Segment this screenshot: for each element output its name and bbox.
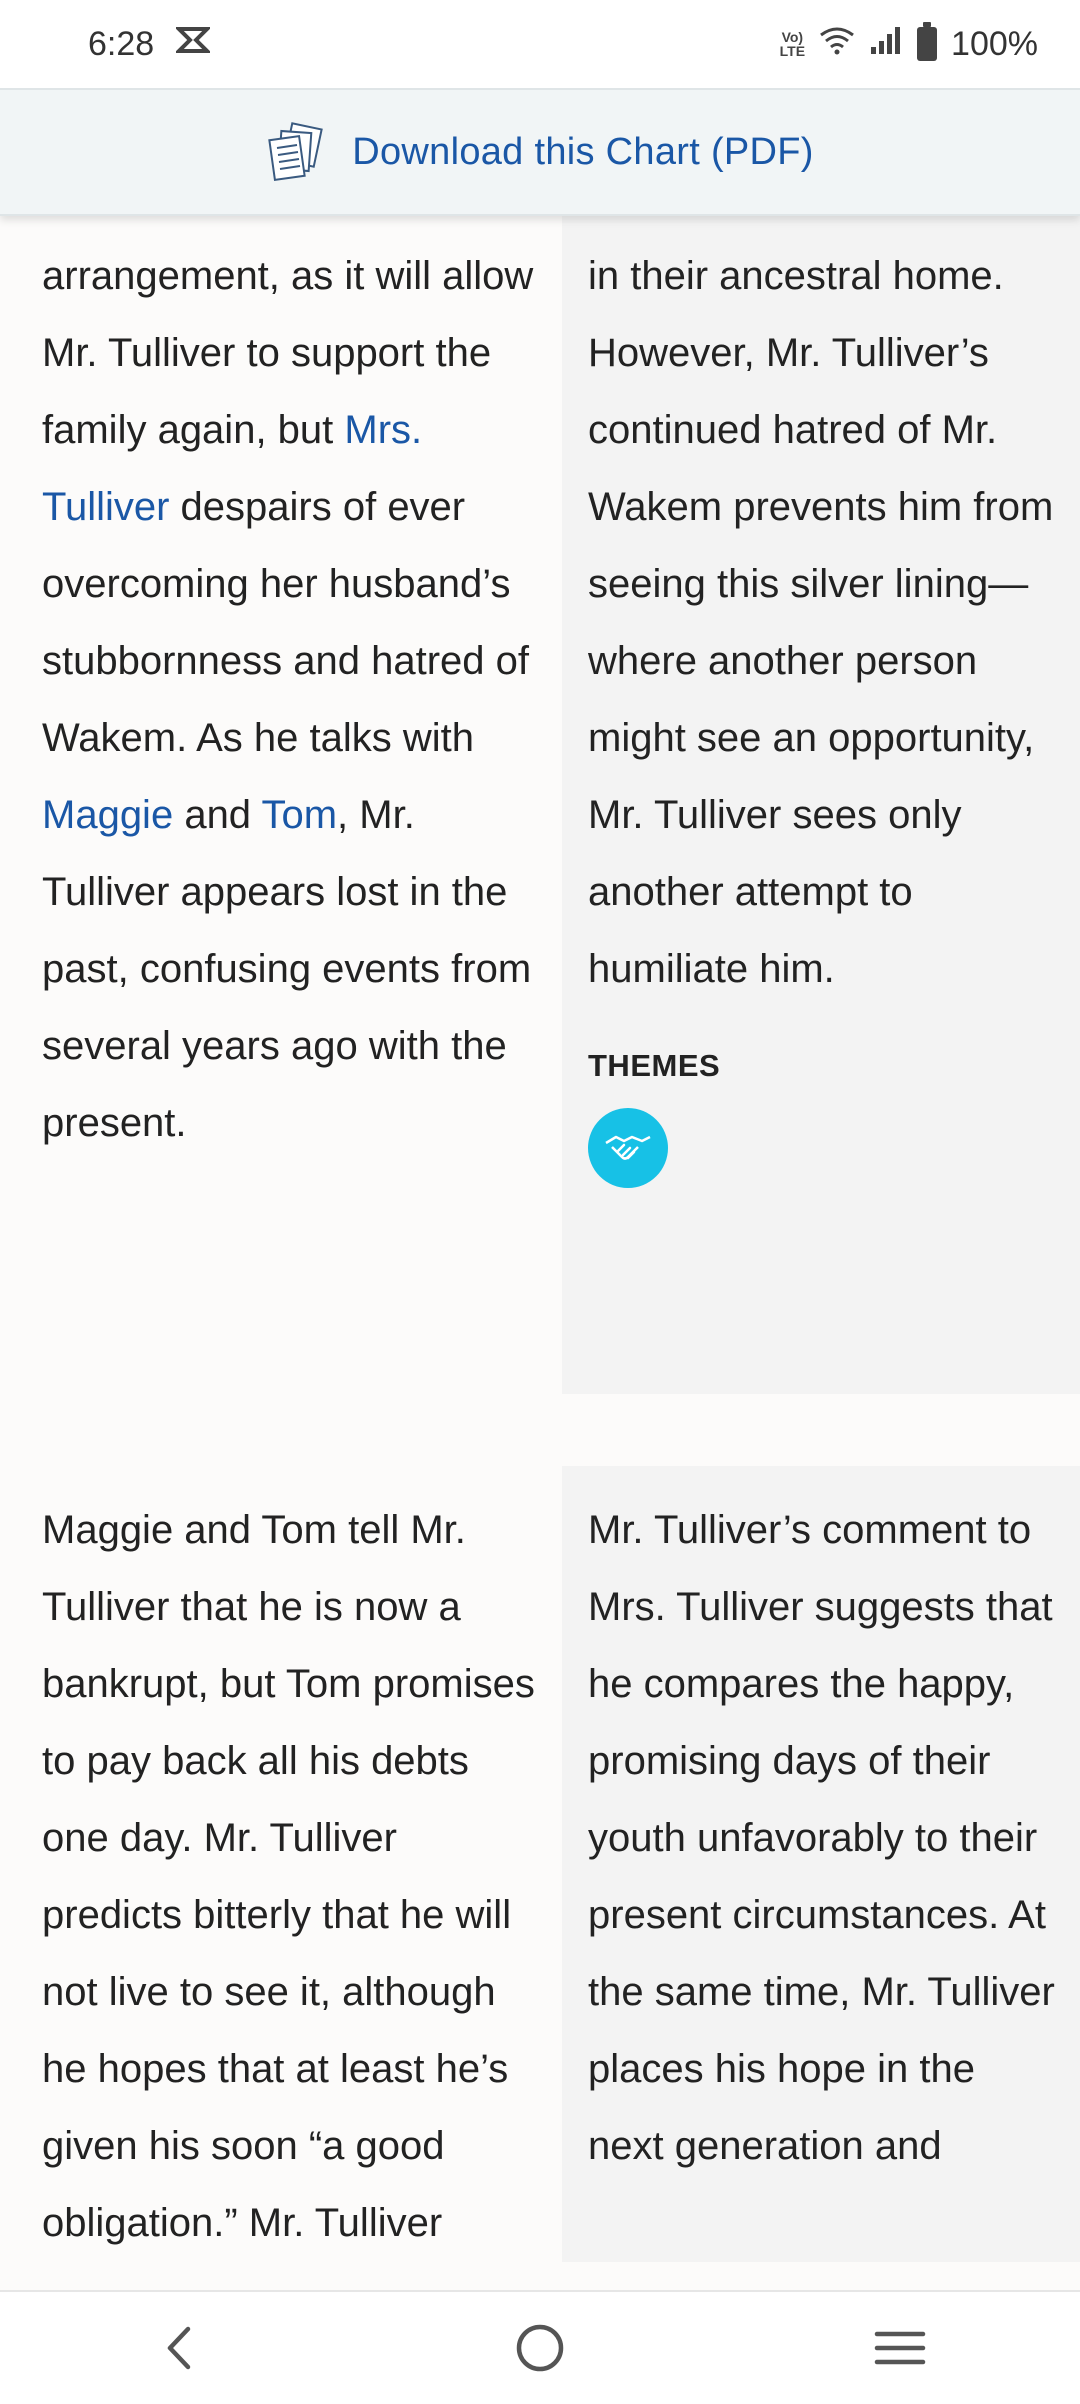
analysis-column: in their ancestral home. However, Mr. Tu…: [562, 216, 1080, 1394]
summary-column: Maggie and Tom tell Mr. Tulliver that he…: [0, 1466, 562, 2262]
signal-icon: [869, 25, 903, 64]
status-left: 6:28: [88, 24, 213, 64]
analysis-text: in their ancestral home. However, Mr. Tu…: [588, 254, 1054, 991]
notification-icon: [174, 25, 213, 64]
download-chart-banner[interactable]: Download this Chart (PDF): [0, 88, 1080, 216]
summary-column: arrangement, as it will allow Mr. Tulliv…: [0, 216, 562, 1394]
menu-icon[interactable]: [855, 2303, 945, 2393]
analysis-text: Mr. Tulliver’s comment to Mrs. Tulliver …: [588, 1508, 1055, 2168]
home-icon[interactable]: [495, 2303, 585, 2393]
status-bar: 6:28 Vo) LTE 100%: [0, 0, 1080, 88]
summary-text-part: , Mr. Tulliver appears lost in the past,…: [42, 793, 532, 1145]
summary-text-part: and: [173, 793, 262, 837]
battery-icon: [917, 22, 938, 61]
status-right: Vo) LTE 100%: [779, 22, 1038, 64]
back-icon[interactable]: [135, 2303, 225, 2393]
status-time: 6:28: [88, 24, 155, 63]
battery-level: 100%: [951, 24, 1038, 63]
chart-content: arrangement, as it will allow Mr. Tulliv…: [0, 216, 1080, 2288]
analysis-column: Mr. Tulliver’s comment to Mrs. Tulliver …: [562, 1466, 1080, 2262]
chart-row: arrangement, as it will allow Mr. Tulliv…: [0, 216, 1080, 1394]
summary-text: arrangement, as it will allow Mr. Tulliv…: [42, 238, 536, 1162]
download-chart-link[interactable]: Download this Chart (PDF): [352, 131, 814, 174]
character-link-maggie[interactable]: Maggie: [42, 793, 173, 837]
wifi-icon: [819, 25, 855, 64]
row-spacer: [0, 1394, 1080, 1466]
system-nav-bar: [0, 2290, 1080, 2404]
summary-text: Maggie and Tom tell Mr. Tulliver that he…: [42, 1508, 535, 2245]
themes-label: THEMES: [588, 1048, 721, 1083]
handshake-icon[interactable]: [588, 1108, 668, 1188]
summary-text-part: arrangement, as it will allow Mr. Tulliv…: [42, 254, 534, 452]
document-stack-icon: [266, 120, 330, 184]
chart-row: Maggie and Tom tell Mr. Tulliver that he…: [0, 1466, 1080, 2262]
lte-icon: Vo) LTE: [779, 29, 806, 59]
character-link-tom[interactable]: Tom: [261, 793, 337, 837]
